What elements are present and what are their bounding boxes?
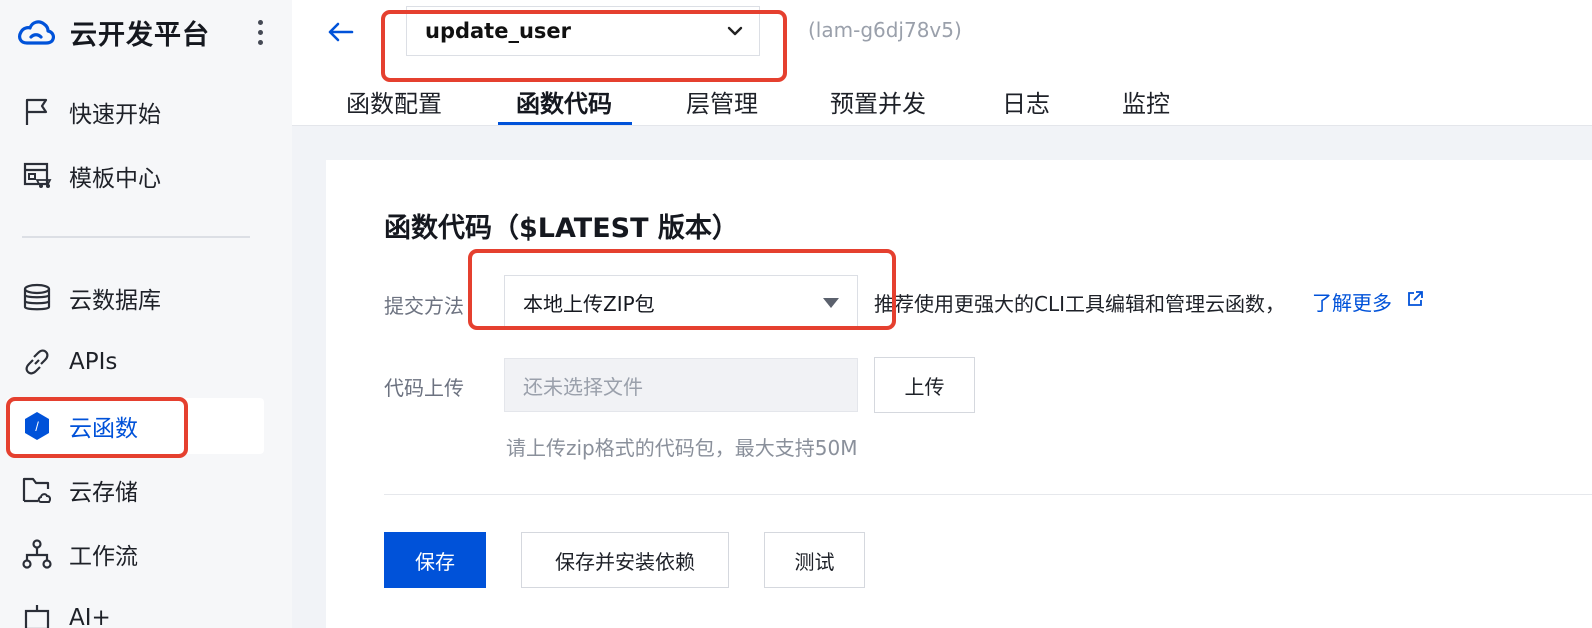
template-icon	[20, 159, 54, 193]
external-link-icon[interactable]	[1406, 290, 1424, 308]
save-install-button[interactable]: 保存并安装依赖	[521, 532, 729, 588]
link-icon	[20, 345, 54, 379]
sidebar-item-label: 云函数	[69, 416, 138, 442]
back-button[interactable]	[322, 16, 358, 48]
upload-button[interactable]: 上传	[874, 357, 975, 413]
arrow-left-icon	[328, 22, 354, 42]
flag-icon	[20, 95, 54, 129]
submit-method-label: 提交方法	[384, 294, 464, 318]
sidebar-item-label: AI+	[69, 605, 111, 628]
more-vertical-icon[interactable]	[252, 14, 268, 50]
svg-text:/: /	[35, 419, 39, 434]
caret-down-icon	[823, 298, 839, 308]
brand: 云开发平台	[16, 12, 276, 52]
sidebar-item-cloud-function[interactable]: / 云函数	[6, 398, 264, 454]
tab-bar: 函数配置 函数代码 层管理 预置并发 日志 监控	[292, 74, 1592, 126]
tab-logs[interactable]: 日志	[1002, 84, 1050, 119]
save-button[interactable]: 保存	[384, 532, 486, 588]
code-panel: 函数代码（$LATEST 版本） 提交方法 本地上传ZIP包 推荐使用更强大的C…	[326, 160, 1592, 628]
tab-layer-management[interactable]: 层管理	[686, 84, 758, 119]
file-placeholder: 还未选择文件	[523, 374, 643, 399]
divider	[384, 494, 1592, 495]
sidebar-item-template-center[interactable]: 模板中心	[6, 148, 264, 204]
sidebar-item-database[interactable]: 云数据库	[6, 270, 264, 326]
submit-method-value: 本地上传ZIP包	[523, 291, 655, 316]
learn-more-link[interactable]: 了解更多	[1312, 287, 1392, 316]
sidebar-item-label: APIs	[69, 349, 118, 375]
active-tab-indicator	[498, 122, 632, 125]
function-id: (lam-g6dj78v5)	[808, 18, 962, 42]
test-button[interactable]: 测试	[764, 532, 865, 588]
function-select[interactable]: update_user	[406, 6, 760, 56]
sidebar-item-label: 模板中心	[69, 166, 161, 192]
sidebar-item-storage[interactable]: 云存储	[6, 462, 264, 518]
upload-hint: 请上传zip格式的代码包，最大支持50M	[506, 436, 858, 460]
function-header: update_user (lam-g6dj78v5) 函数配置 函数代码 层管理…	[292, 0, 1592, 126]
ai-icon	[20, 601, 54, 628]
section-title: 函数代码（$LATEST 版本）	[384, 213, 739, 244]
sidebar-item-quick-start[interactable]: 快速开始	[6, 84, 264, 140]
submit-method-select[interactable]: 本地上传ZIP包	[504, 275, 858, 329]
sidebar-item-label: 云存储	[69, 480, 138, 506]
cli-hint: 推荐使用更强大的CLI工具编辑和管理云函数，	[874, 292, 1286, 316]
tab-function-config[interactable]: 函数配置	[346, 84, 442, 119]
brand-title: 云开发平台	[70, 19, 210, 51]
file-input[interactable]: 还未选择文件	[504, 358, 858, 412]
folder-cloud-icon	[20, 473, 54, 507]
code-upload-label: 代码上传	[384, 376, 464, 400]
workflow-icon	[20, 537, 54, 571]
function-icon: /	[20, 409, 54, 443]
sidebar-item-label: 云数据库	[69, 288, 161, 314]
database-icon	[20, 281, 54, 315]
sidebar-item-workflow[interactable]: 工作流	[6, 526, 264, 582]
tab-monitor[interactable]: 监控	[1122, 84, 1170, 119]
tab-function-code[interactable]: 函数代码	[516, 84, 612, 119]
sidebar: 云开发平台 快速开始 模板中心 云数据库 APIs / 云函数 云存储 工作流 …	[0, 0, 292, 628]
sidebar-item-apis[interactable]: APIs	[6, 334, 264, 390]
tab-provisioned-concurrency[interactable]: 预置并发	[830, 84, 926, 119]
sidebar-item-label: 工作流	[69, 544, 138, 570]
function-name: update_user	[425, 19, 572, 43]
sidebar-item-ai[interactable]: AI+	[6, 590, 264, 628]
chevron-down-icon	[727, 26, 743, 36]
cloud-icon	[16, 12, 56, 52]
sidebar-item-label: 快速开始	[69, 102, 161, 128]
sidebar-divider	[22, 236, 250, 238]
